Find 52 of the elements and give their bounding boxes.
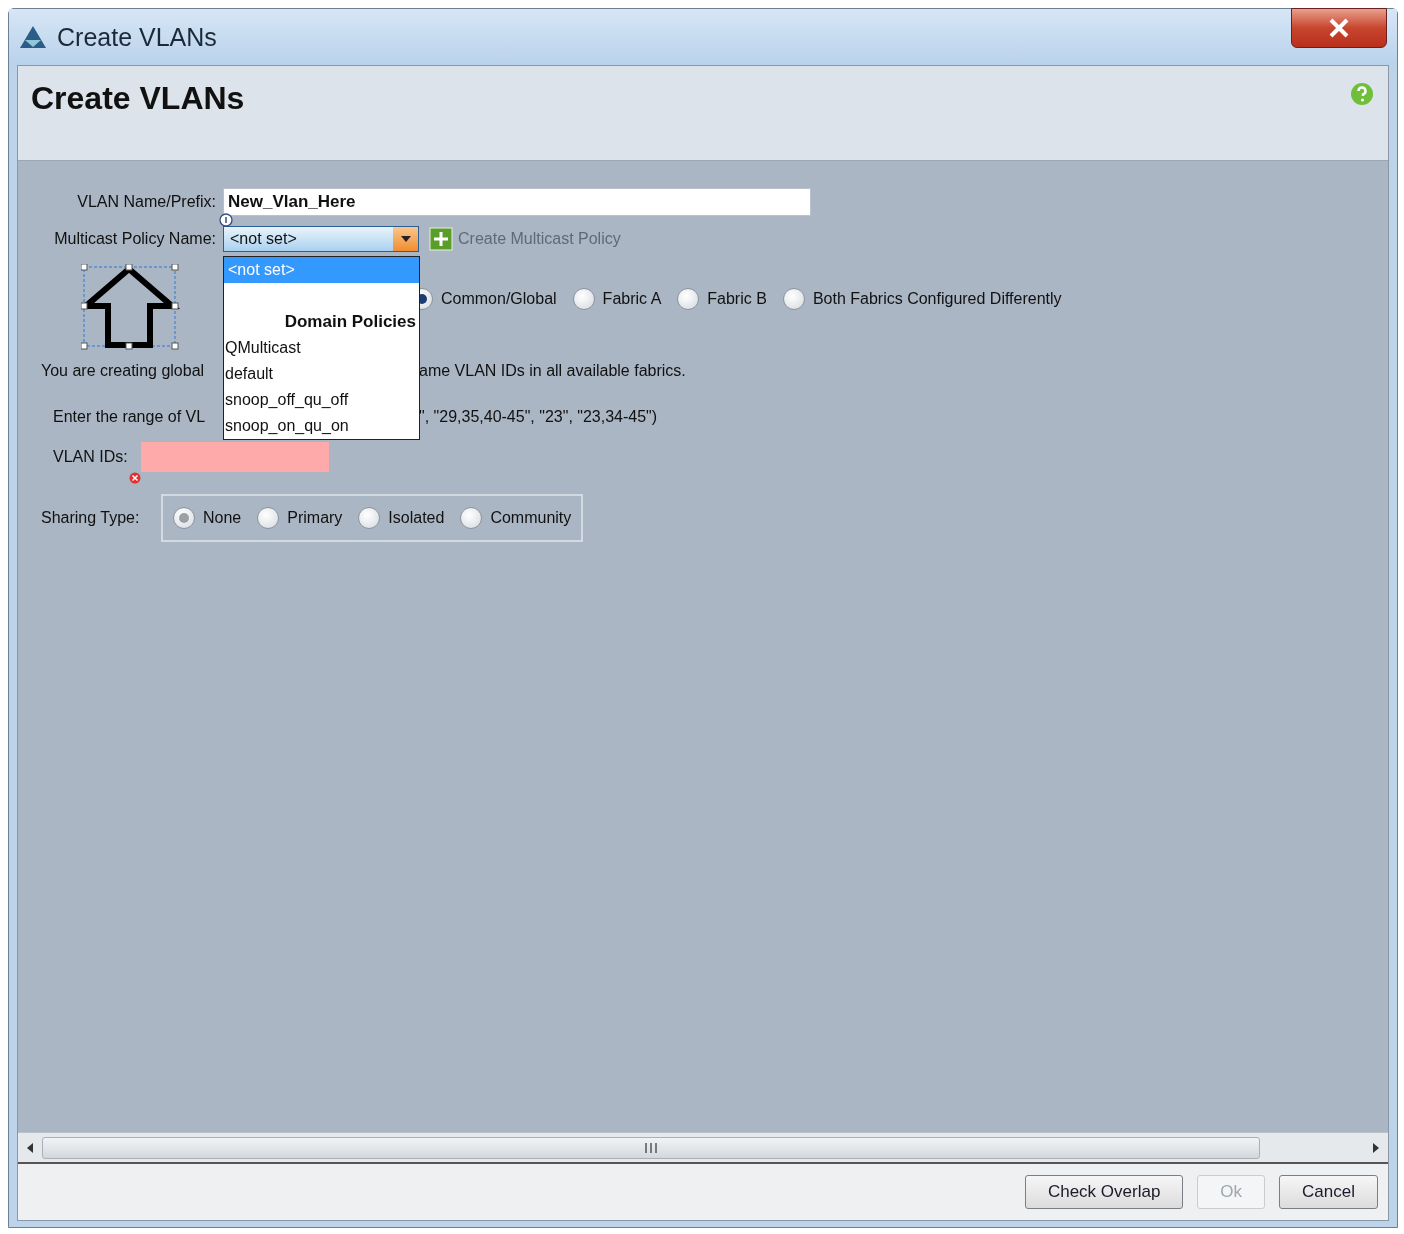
close-icon xyxy=(1328,18,1350,38)
radio-option[interactable]: Community xyxy=(460,507,572,529)
scroll-right-icon[interactable] xyxy=(1372,1142,1380,1153)
dialog-title: Create VLANs xyxy=(31,80,245,117)
radio-label: Fabric A xyxy=(602,290,662,308)
radio-option[interactable]: Common/Global xyxy=(411,288,557,310)
grip-icon xyxy=(644,1141,658,1154)
close-button[interactable] xyxy=(1291,8,1387,48)
radio-option[interactable]: None xyxy=(173,507,242,529)
info-text: You are creating global xyxy=(41,362,206,380)
radio-label: Fabric B xyxy=(707,290,767,308)
radio-button[interactable] xyxy=(677,288,700,310)
name-input-field[interactable]: New_Vlan_Here xyxy=(223,188,811,216)
window-title: Create VLANs xyxy=(57,22,217,52)
radio-option[interactable]: Fabric B xyxy=(677,288,767,310)
dialog-button[interactable]: Check Overlap xyxy=(1024,1175,1184,1209)
error-icon xyxy=(129,472,141,484)
radio-label: Primary xyxy=(287,509,343,527)
info-text: ame VLAN IDs in all available fabrics. xyxy=(419,362,686,380)
caret-icon xyxy=(399,235,412,243)
radio-button[interactable] xyxy=(173,507,195,529)
field-label: VLAN Name/Prefix: xyxy=(76,193,216,211)
scroll-left-icon[interactable] xyxy=(26,1142,34,1153)
scroll-thumb[interactable] xyxy=(42,1136,1260,1159)
policy-dropdown[interactable]: <not set> xyxy=(223,226,419,252)
radio-option[interactable]: Isolated xyxy=(358,507,445,529)
range-hint-text: ", "29,35,40-45", "23", "23,34-45") xyxy=(419,408,658,426)
dialog-button[interactable]: Cancel xyxy=(1279,1175,1378,1209)
horizontal-scrollbar[interactable] xyxy=(18,1132,1388,1162)
app-logo-icon xyxy=(19,25,47,49)
radio-label: Community xyxy=(490,509,572,527)
radio-button[interactable] xyxy=(257,507,280,529)
radio-button[interactable] xyxy=(358,507,381,529)
range-hint-text: Enter the range of VL xyxy=(53,408,207,426)
radio-button[interactable] xyxy=(460,507,483,529)
group-header: Domain Policies xyxy=(283,311,417,333)
radio-button[interactable] xyxy=(782,288,805,310)
radio-option[interactable]: Primary xyxy=(257,507,343,529)
radio-button[interactable] xyxy=(572,288,595,310)
field-label: Multicast Policy Name: xyxy=(53,230,216,248)
radio-label: Both Fabrics Configured Differently xyxy=(812,290,1062,308)
radio-option[interactable]: Both Fabrics Configured Differently xyxy=(782,288,1062,310)
vlan-ids-input-field[interactable] xyxy=(141,442,329,472)
field-label: Sharing Type: xyxy=(41,509,141,527)
radio-label: Isolated xyxy=(388,509,445,527)
radio-label: None xyxy=(203,509,242,527)
plus-icon xyxy=(429,227,453,251)
help-icon[interactable] xyxy=(1350,82,1374,106)
info-icon xyxy=(219,213,233,227)
field-label: VLAN IDs: xyxy=(53,448,129,466)
radio-label: Common/Global xyxy=(441,290,557,308)
radio-option[interactable]: Fabric A xyxy=(572,288,662,310)
